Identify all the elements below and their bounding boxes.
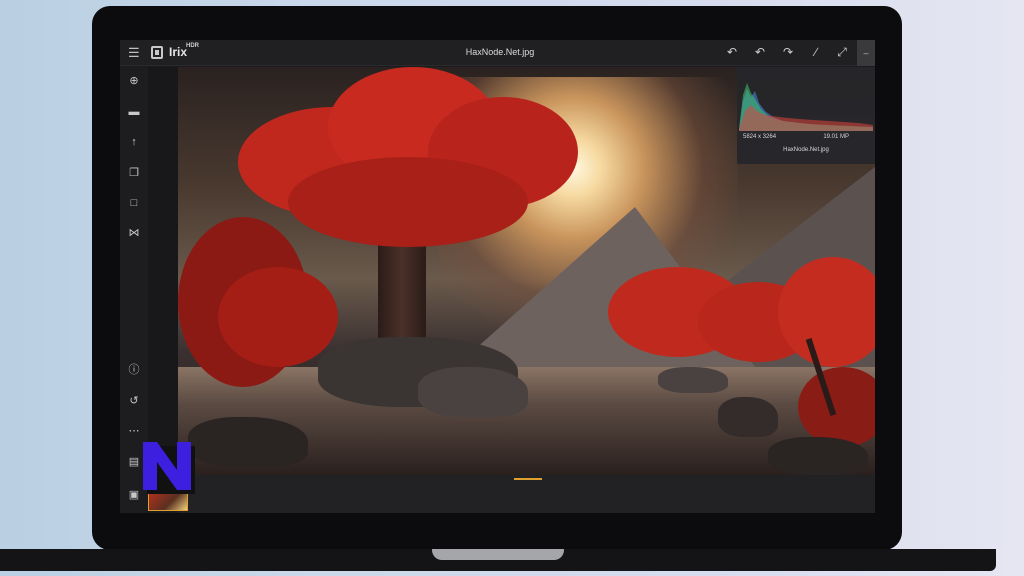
rock xyxy=(188,417,308,467)
canvas-gutter xyxy=(148,67,178,475)
image-filename: HaxNode.Net.jpg xyxy=(783,147,829,153)
histogram-chart xyxy=(739,83,873,131)
redo-icon[interactable]: ↷ xyxy=(780,44,796,60)
window-icon[interactable]: □ xyxy=(126,195,142,211)
folder-icon[interactable]: ▬ xyxy=(126,104,142,120)
undo-all-icon[interactable]: ↶ xyxy=(724,44,740,60)
image-megapixels: 19.01 MP xyxy=(823,134,849,140)
export-icon[interactable]: ↑ xyxy=(126,134,142,150)
hamburger-menu-icon[interactable]: ☰ xyxy=(128,45,140,61)
bush-foliage xyxy=(218,267,338,367)
more-icon[interactable]: ⋯ xyxy=(126,423,142,439)
file-title: HaxNode.Net.jpg xyxy=(465,47,535,57)
filmstrip-bar xyxy=(178,475,875,513)
app-name: Irix xyxy=(169,45,188,59)
history-icon[interactable]: ↺ xyxy=(126,393,142,409)
laptop-notch xyxy=(432,549,564,560)
copy-icon[interactable]: ❐ xyxy=(126,165,142,181)
rock xyxy=(768,437,868,475)
title-bar: ☰ Irix HDR HaxNode.Net.jpg ↶ ↶ ↷ ∕ ⤢ – xyxy=(120,40,875,66)
brand-logo xyxy=(143,442,195,494)
info-icon[interactable]: ⓘ xyxy=(126,362,142,378)
app-window: ☰ Irix HDR HaxNode.Net.jpg ↶ ↶ ↷ ∕ ⤢ – ⊕… xyxy=(120,40,875,513)
fullscreen-icon[interactable]: ⤢ xyxy=(834,44,850,60)
rock xyxy=(718,397,778,437)
undo-icon[interactable]: ↶ xyxy=(752,44,768,60)
filmstrip-indicator xyxy=(514,478,542,480)
gallery-icon[interactable]: ▣ xyxy=(126,487,142,503)
add-icon[interactable]: ⊕ xyxy=(126,73,142,89)
compare-icon[interactable]: ∕ xyxy=(808,44,824,60)
open-folder-icon[interactable]: ▤ xyxy=(126,454,142,470)
panorama-icon[interactable]: ⋈ xyxy=(126,225,142,241)
image-dimensions: 5824 x 3264 xyxy=(743,134,777,140)
app-logo-icon xyxy=(151,46,163,59)
tree-foliage xyxy=(288,157,528,247)
rock xyxy=(418,367,528,417)
collapse-icon[interactable]: – xyxy=(857,40,875,66)
rock xyxy=(658,367,728,393)
app-name-sup: HDR xyxy=(186,43,199,49)
histogram-panel: 5824 x 3264 19.01 MP HaxNode.Net.jpg xyxy=(737,67,875,164)
